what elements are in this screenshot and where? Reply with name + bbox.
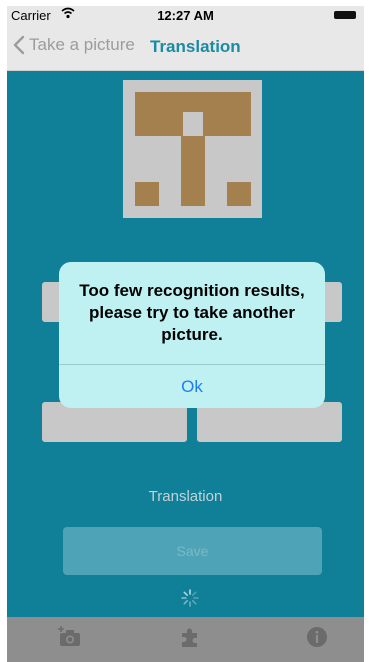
glyph-stroke [203, 112, 251, 136]
save-button[interactable]: Save [63, 527, 322, 575]
loading-spinner-icon [181, 589, 199, 607]
tab-camera[interactable] [55, 625, 85, 653]
answer-choice-button[interactable] [322, 282, 342, 322]
answer-choice-button[interactable] [42, 402, 187, 442]
tab-info[interactable] [302, 625, 332, 653]
camera-add-icon [58, 625, 82, 653]
ok-button[interactable]: Ok [59, 365, 325, 408]
tab-bar [7, 617, 364, 662]
navigation-bar: Take a picture Translation [7, 24, 364, 71]
alert-message: Too few recognition results, please try … [79, 281, 305, 344]
battery-icon [334, 11, 356, 19]
info-icon [306, 626, 328, 653]
status-bar: Carrier 12:27 AM [7, 6, 364, 24]
back-button[interactable]: Take a picture [13, 35, 135, 55]
translation-label: Translation [148, 488, 223, 505]
alert-dialog: Too few recognition results, please try … [59, 262, 325, 408]
glyph-stroke [181, 136, 205, 206]
glyph-stroke [227, 182, 251, 206]
glyph-stroke [135, 182, 159, 206]
puzzle-icon [179, 626, 201, 653]
glyph-stroke [135, 112, 183, 136]
chevron-left-icon [13, 35, 25, 55]
page-title: Translation [150, 37, 241, 56]
tab-practice[interactable] [175, 625, 205, 653]
glyph-stroke [135, 92, 251, 112]
status-time: 12:27 AM [157, 8, 214, 23]
back-label: Take a picture [29, 35, 135, 54]
captured-character-image [123, 80, 262, 218]
app-screen: Carrier 12:27 AM Take a picture Translat… [0, 0, 371, 662]
answer-choice-button[interactable] [197, 402, 342, 442]
